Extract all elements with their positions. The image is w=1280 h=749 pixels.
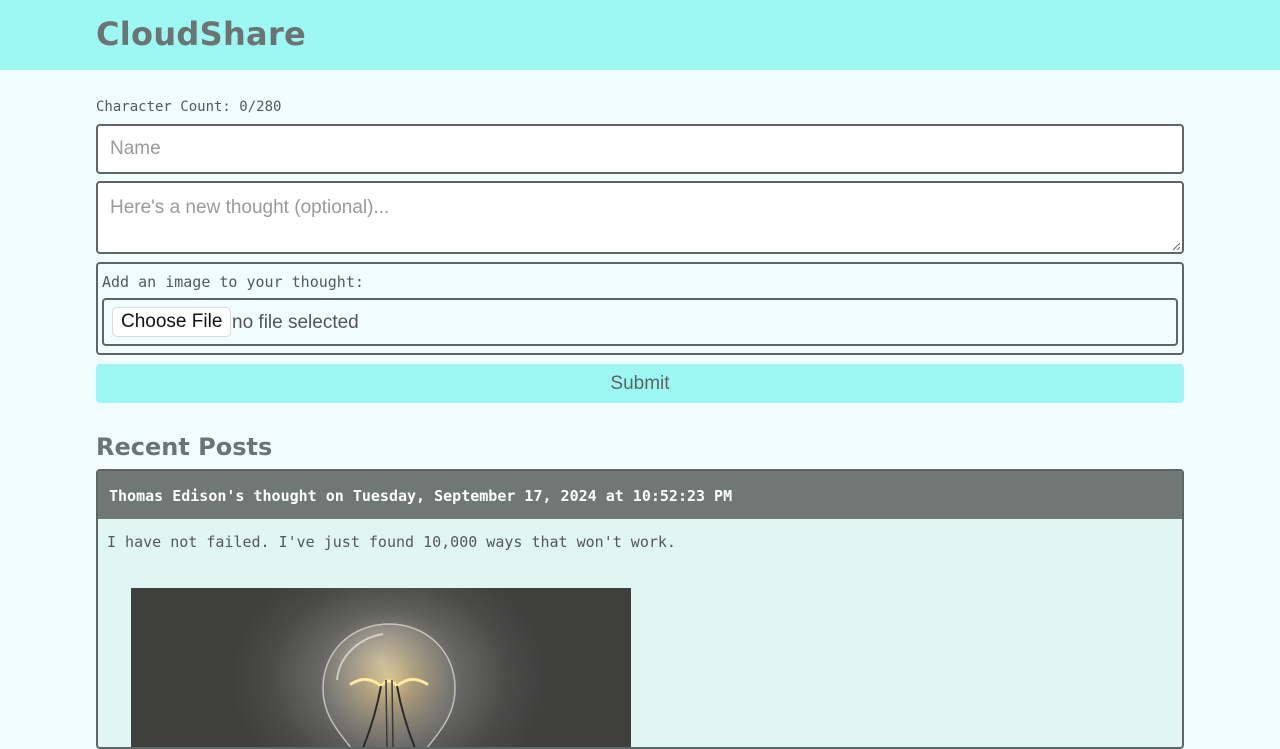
image-upload-group: Add an image to your thought: Choose Fil…: [96, 262, 1184, 355]
light-bulb-icon: [299, 598, 479, 747]
post-header: Thomas Edison's thought on Tuesday, Sept…: [98, 471, 1182, 519]
thought-textarea[interactable]: [96, 181, 1184, 254]
submit-button[interactable]: Submit: [96, 364, 1184, 403]
post-card: Thomas Edison's thought on Tuesday, Sept…: [96, 469, 1184, 749]
name-input[interactable]: [96, 124, 1184, 174]
post-body-text: I have not failed. I've just found 10,00…: [107, 533, 676, 551]
post-header-text: Thomas Edison's thought on Tuesday, Sept…: [109, 487, 733, 505]
app-header: CloudShare: [0, 0, 1280, 70]
choose-file-button[interactable]: Choose File: [112, 307, 232, 337]
resize-grip-icon[interactable]: [1172, 242, 1181, 251]
file-status-text: no file selected: [232, 312, 359, 333]
character-count: Character Count: 0/280: [96, 99, 282, 115]
image-upload-label: Add an image to your thought:: [102, 273, 364, 291]
file-input[interactable]: Choose File no file selected: [102, 298, 1178, 346]
brand-title: CloudShare: [96, 15, 307, 53]
recent-posts-title: Recent Posts: [96, 433, 273, 461]
post-image: [131, 588, 631, 747]
